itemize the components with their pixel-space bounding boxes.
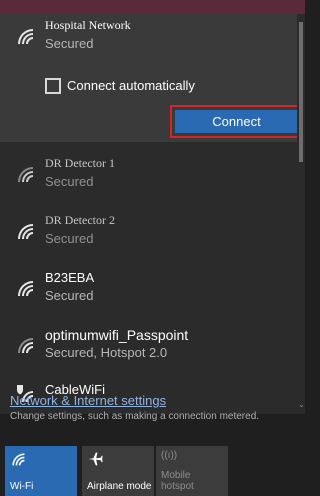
wifi-tile-label: Wi-Fi: [10, 481, 34, 492]
network-name: optimumwifi_Passpoint: [45, 327, 189, 343]
wifi-signal-icon: [18, 29, 33, 44]
mobile-hotspot-tile[interactable]: ((ı)) Mobile hotspot: [156, 446, 228, 496]
wifi-signal-icon: [18, 338, 33, 353]
airplane-mode-label: Airplane mode: [87, 481, 152, 492]
network-status: Secured: [45, 36, 94, 51]
quick-actions-bar: Wi-Fi Airplane mode ((ı)) Mobile hotspot: [0, 443, 305, 496]
airplane-mode-tile[interactable]: Airplane mode: [82, 446, 154, 496]
settings-description: Change settings, such as making a connec…: [10, 411, 260, 422]
connect-button[interactable]: Connect: [175, 110, 297, 133]
wifi-signal-icon: [18, 281, 33, 296]
network-item-hospital-network[interactable]: Hospital Network Secured Connect automat…: [0, 14, 297, 142]
network-status: Secured: [45, 231, 94, 246]
wifi-toggle-tile[interactable]: Wi-Fi: [5, 446, 77, 496]
mobile-hotspot-icon: ((ı)): [161, 450, 178, 461]
connect-automatically-checkbox[interactable]: [45, 78, 61, 94]
network-status: Secured: [45, 288, 94, 303]
network-item-optimumwifi-passpoint[interactable]: optimumwifi_Passpoint Secured, Hotspot 2…: [0, 323, 297, 373]
network-status: Secured: [45, 174, 94, 189]
wifi-signal-icon: [18, 224, 33, 239]
scrollbar-thumb[interactable]: [299, 22, 303, 162]
wifi-network-list[interactable]: Hospital Network Secured Connect automat…: [0, 14, 297, 414]
connect-automatically-label: Connect automatically: [67, 78, 195, 93]
network-name: Hospital Network: [45, 18, 131, 32]
airplane-icon: [88, 452, 103, 466]
mobile-hotspot-label: Mobile hotspot: [161, 470, 194, 492]
scroll-down-arrow-icon[interactable]: ⌄: [298, 400, 305, 409]
connect-button-highlight: Connect: [170, 105, 297, 138]
network-name: DR Detector 2: [45, 213, 115, 227]
wifi-signal-icon: [18, 167, 33, 182]
network-item-dr-detector-1[interactable]: DR Detector 1 Secured: [0, 152, 297, 202]
network-status: Secured, Hotspot 2.0: [45, 345, 168, 360]
wifi-icon: [12, 453, 25, 466]
network-name: DR Detector 1: [45, 156, 115, 170]
network-item-b23eba[interactable]: B23EBA Secured: [0, 266, 297, 316]
network-item-dr-detector-2[interactable]: DR Detector 2 Secured: [0, 209, 297, 259]
network-internet-settings-link[interactable]: Network & Internet settings: [10, 393, 166, 408]
network-name: B23EBA: [45, 270, 95, 285]
scrollbar[interactable]: ⌄: [297, 14, 305, 414]
window-top-edge: [0, 0, 305, 14]
